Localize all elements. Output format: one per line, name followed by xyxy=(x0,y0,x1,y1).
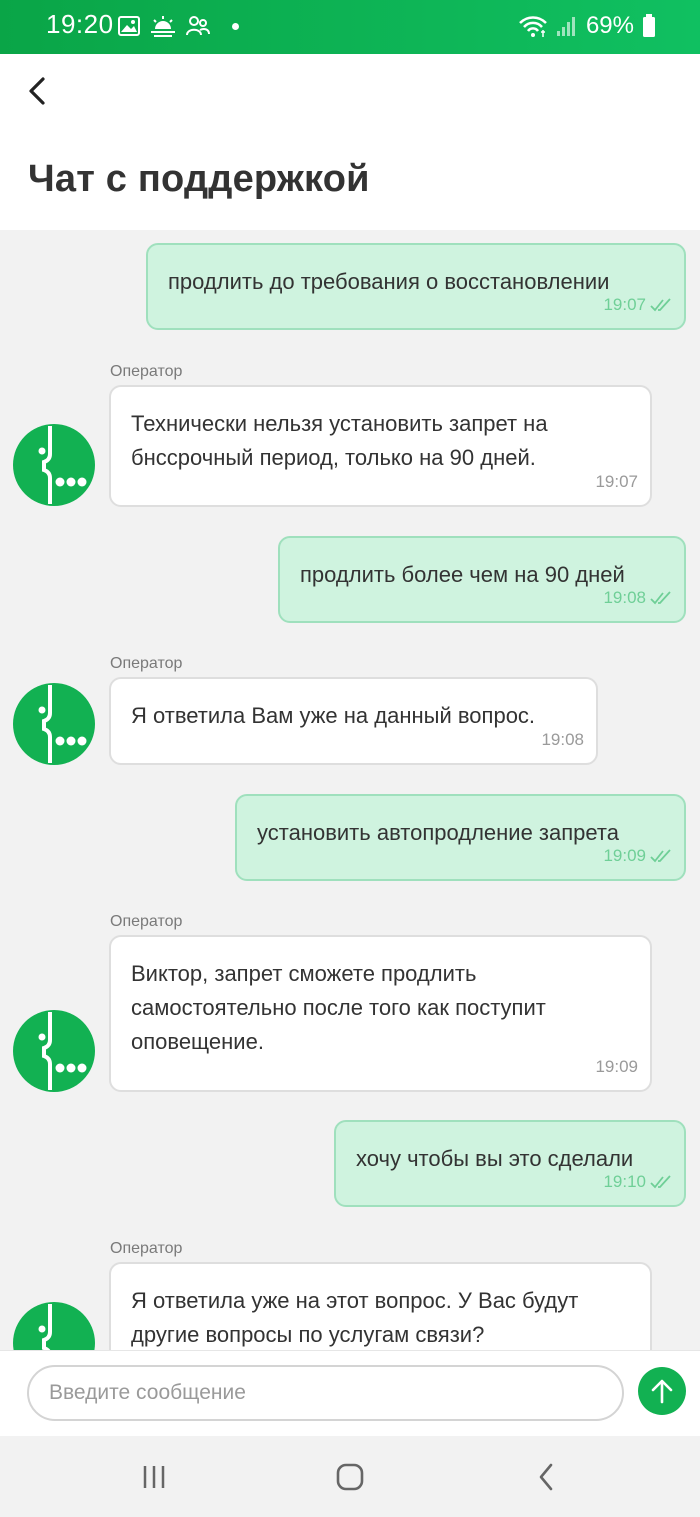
composer xyxy=(0,1350,700,1436)
message-text: продлить до требования о восстановлении xyxy=(168,269,610,294)
status-bar: 19:20 69% xyxy=(0,0,700,54)
sender-name: Оператор xyxy=(110,363,183,380)
system-back-button[interactable] xyxy=(526,1460,566,1494)
operator-avatar xyxy=(13,683,95,765)
outgoing-message[interactable]: хочу чтобы вы это сделали 19:10 xyxy=(334,1120,686,1207)
message-meta: 19:08 xyxy=(541,723,584,757)
battery-percent: 69% xyxy=(585,12,634,39)
operator-avatar xyxy=(13,1010,95,1092)
message-meta: 19:07 xyxy=(603,288,672,322)
status-left-icons xyxy=(118,13,239,39)
message-time: 19:07 xyxy=(603,295,646,314)
home-button[interactable] xyxy=(330,1460,370,1494)
header: Чат с поддержкой xyxy=(0,54,700,230)
outgoing-message[interactable]: продлить более чем на 90 дней 19:08 xyxy=(278,536,686,623)
message-text: Виктор, запрет сможете продлить самостоя… xyxy=(131,961,546,1054)
sender-name: Оператор xyxy=(110,655,183,672)
people-icon xyxy=(186,16,210,36)
message-meta: 19:07 xyxy=(595,465,638,499)
recent-apps-button[interactable] xyxy=(134,1460,174,1494)
message-time: 19:09 xyxy=(595,1057,638,1076)
battery-icon xyxy=(643,14,655,37)
message-text: Я ответила уже на этот вопрос. У Вас буд… xyxy=(131,1288,579,1347)
message-time: 19:10 xyxy=(603,1172,646,1191)
message-time: 19:08 xyxy=(603,588,646,607)
double-check-icon xyxy=(650,849,671,863)
chevron-left-icon xyxy=(29,77,45,105)
weather-icon xyxy=(151,16,175,37)
message-time: 19:07 xyxy=(595,472,638,491)
chat-area[interactable]: продлить до требования о восстановлении … xyxy=(0,230,700,1350)
outgoing-message[interactable]: установить автопродление запрета 19:09 xyxy=(235,794,686,881)
message-meta: 19:09 xyxy=(595,1050,638,1084)
image-icon xyxy=(118,16,140,36)
message-input[interactable] xyxy=(27,1365,624,1421)
message-time: 19:09 xyxy=(603,846,646,865)
status-right-icons: 69% xyxy=(518,11,656,41)
system-nav-bar xyxy=(0,1436,700,1517)
message-text: Технически нельзя установить запрет на б… xyxy=(131,411,548,470)
incoming-message[interactable]: Технически нельзя установить запрет на б… xyxy=(109,385,652,507)
message-time: 19:08 xyxy=(541,730,584,749)
home-icon xyxy=(336,1463,364,1491)
send-button[interactable] xyxy=(638,1367,686,1415)
incoming-message[interactable]: Я ответила уже на этот вопрос. У Вас буд… xyxy=(109,1262,652,1350)
outgoing-message[interactable]: продлить до требования о восстановлении … xyxy=(146,243,686,330)
sender-name: Оператор xyxy=(110,913,183,930)
page-title: Чат с поддержкой xyxy=(28,158,370,200)
message-meta: 19:09 xyxy=(603,839,672,873)
dot-icon xyxy=(232,22,239,30)
incoming-message[interactable]: Виктор, запрет сможете продлить самостоя… xyxy=(109,935,652,1092)
wifi-icon xyxy=(519,16,547,37)
incoming-message[interactable]: Я ответила Вам уже на данный вопрос. 19:… xyxy=(109,677,598,765)
double-check-icon xyxy=(650,1175,671,1189)
recent-apps-icon xyxy=(143,1466,165,1488)
double-check-icon xyxy=(650,298,671,312)
back-button[interactable] xyxy=(20,74,54,108)
operator-avatar xyxy=(13,1302,95,1350)
arrow-up-icon xyxy=(651,1379,673,1404)
message-meta: 19:08 xyxy=(603,581,672,615)
back-icon xyxy=(539,1463,553,1491)
message-text: Я ответила Вам уже на данный вопрос. xyxy=(131,703,536,728)
message-meta: 19:10 xyxy=(603,1165,672,1199)
double-check-icon xyxy=(650,591,671,605)
operator-avatar xyxy=(13,424,95,506)
signal-icon xyxy=(556,17,575,36)
sender-name: Оператор xyxy=(110,1240,183,1257)
status-time: 19:20 xyxy=(46,9,114,39)
